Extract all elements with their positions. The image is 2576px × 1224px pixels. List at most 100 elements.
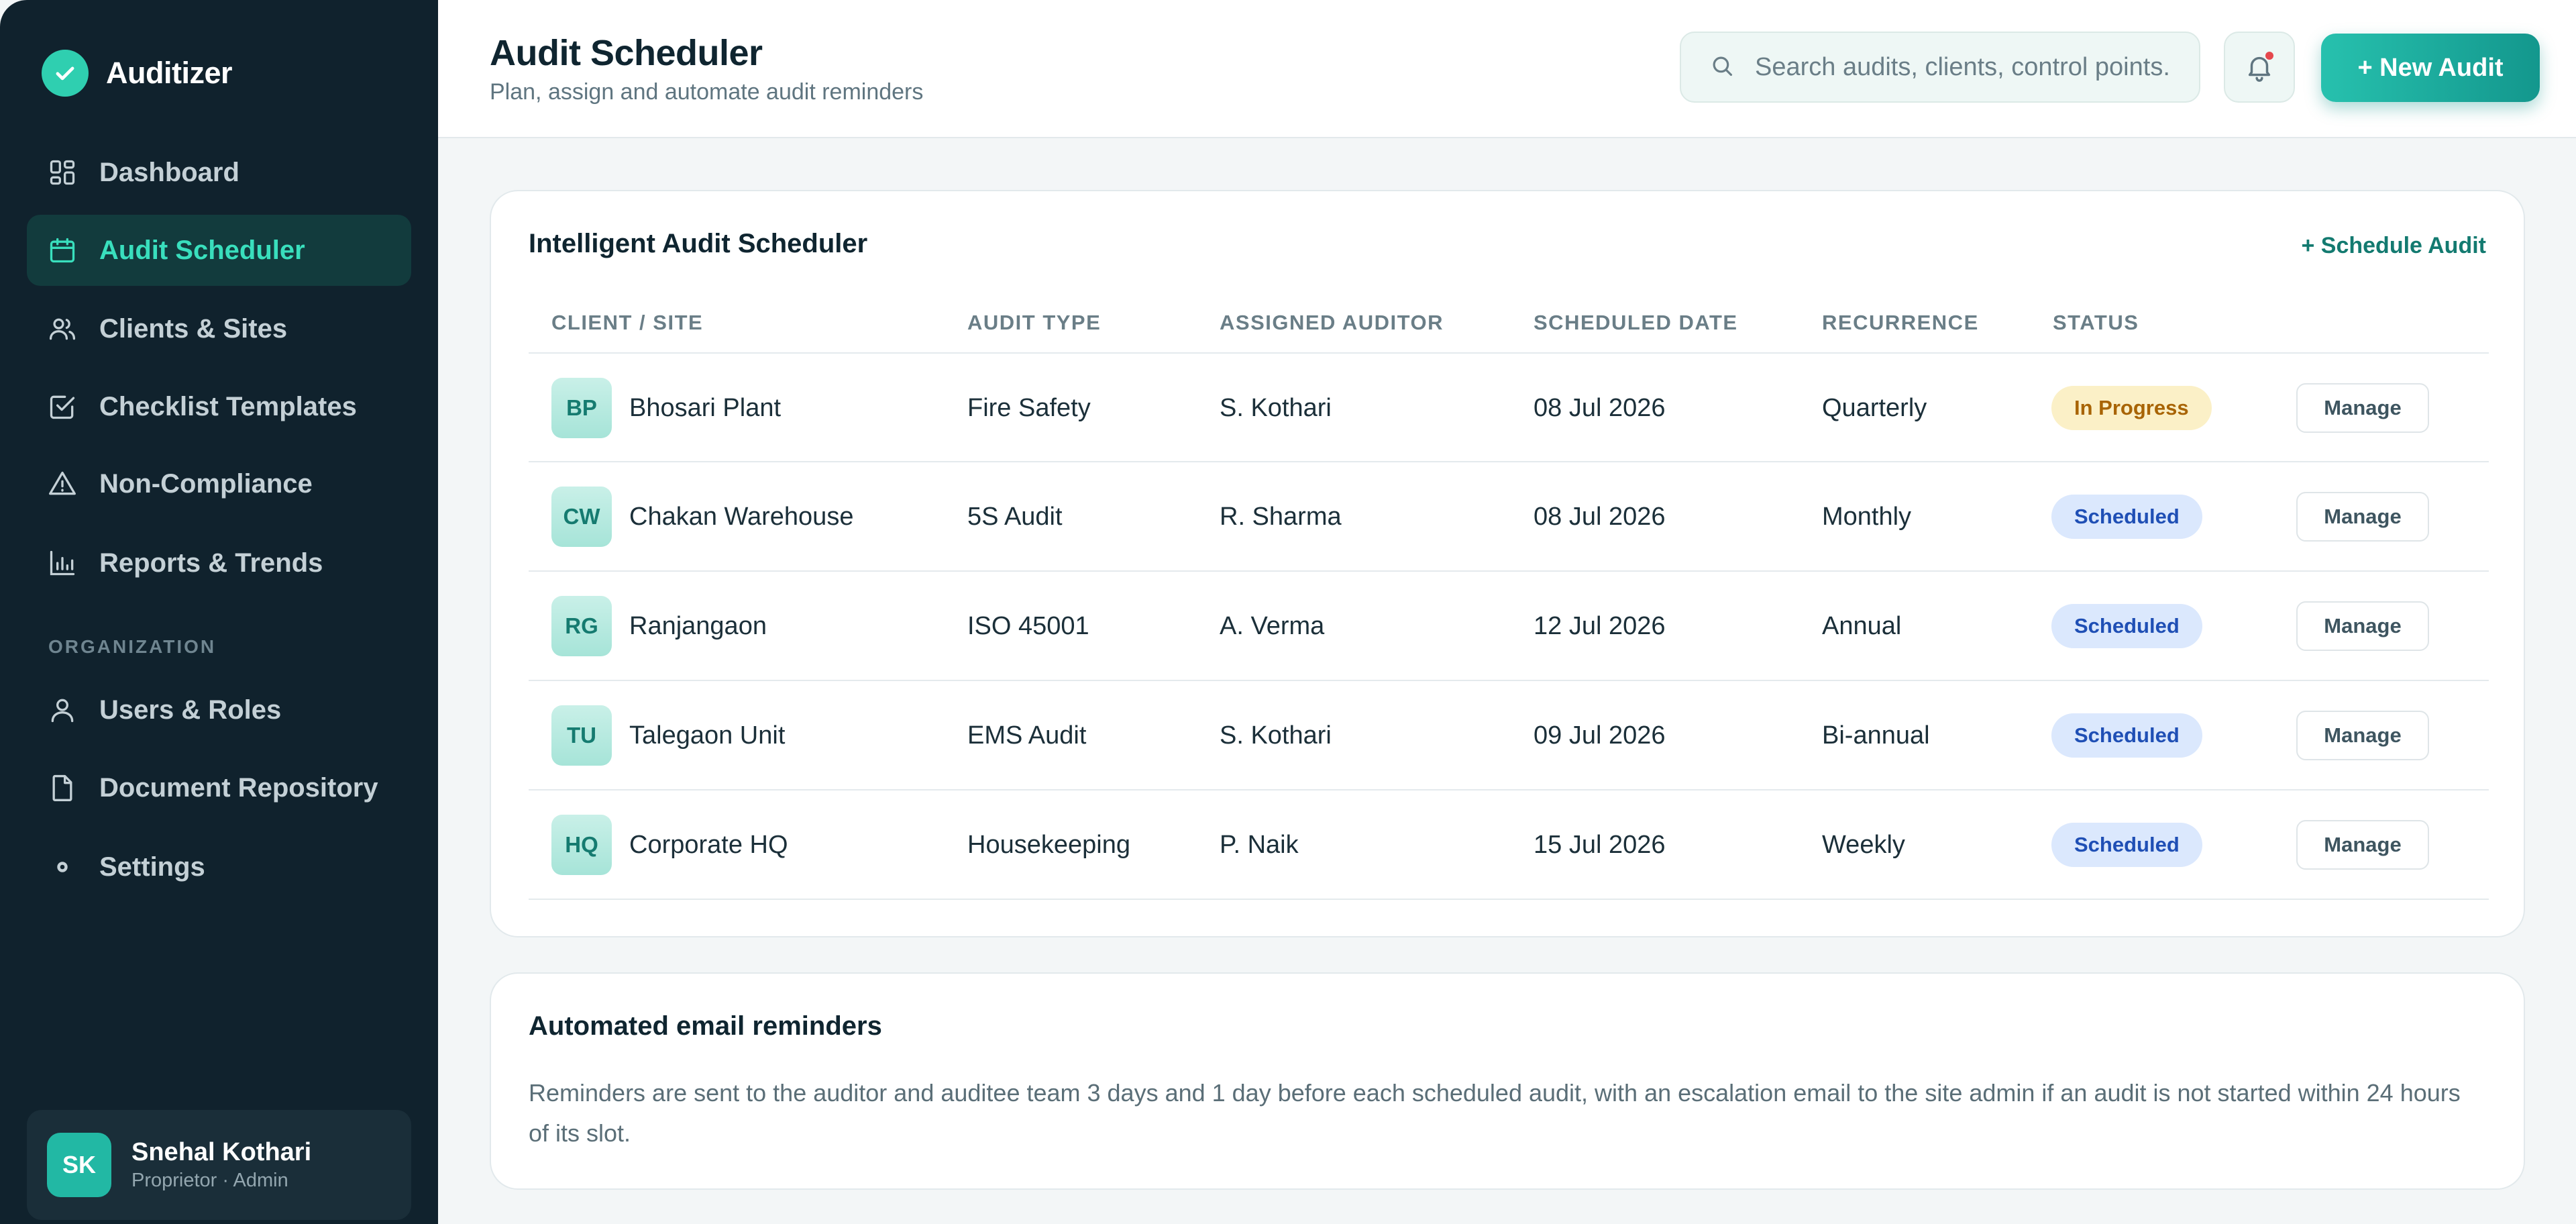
assigned-auditor: A. Verma xyxy=(1220,612,1325,640)
table-divider xyxy=(529,461,2489,462)
recurrence: Bi-annual xyxy=(1822,721,1930,750)
checklist-icon xyxy=(47,391,78,422)
users-icon xyxy=(47,313,78,344)
notification-dot xyxy=(2265,52,2273,60)
assigned-auditor: R. Sharma xyxy=(1220,503,1342,531)
assigned-auditor: P. Naik xyxy=(1220,831,1299,859)
column-header-recurrence[interactable]: RECURRENCE xyxy=(1822,311,1979,335)
top-header: Audit Scheduler Plan, assign and automat… xyxy=(438,0,2576,138)
bar-chart-icon xyxy=(47,548,78,578)
audit-type: Housekeeping xyxy=(967,831,1130,859)
table-divider xyxy=(529,899,2489,900)
sidebar-item-clients-sites[interactable]: Clients & Sites xyxy=(27,293,411,364)
sidebar-item-settings[interactable]: Settings xyxy=(27,831,411,903)
site-initials: BP xyxy=(551,378,612,438)
site-name: Chakan Warehouse xyxy=(629,503,854,531)
sidebar-item-label: Reports & Trends xyxy=(99,548,323,578)
column-header-audit-type[interactable]: AUDIT TYPE xyxy=(967,311,1101,335)
search-placeholder: Search audits, clients, control points. xyxy=(1755,52,2170,81)
scheduled-date: 08 Jul 2026 xyxy=(1534,394,1666,422)
manage-button[interactable]: Manage xyxy=(2296,820,2429,870)
recurrence: Quarterly xyxy=(1822,394,1927,422)
table-divider xyxy=(529,789,2489,790)
site-initials: RG xyxy=(551,596,612,656)
sidebar-item-users-roles[interactable]: Users & Roles xyxy=(27,674,411,746)
column-header-assigned-auditor[interactable]: ASSIGNED AUDITOR xyxy=(1220,311,1444,335)
status-badge: Scheduled xyxy=(2051,604,2202,648)
sidebar-item-audit-scheduler[interactable]: Audit Scheduler xyxy=(27,215,411,286)
manage-button[interactable]: Manage xyxy=(2296,492,2429,542)
app-name: Auditizer xyxy=(106,56,233,90)
brand[interactable]: Auditizer xyxy=(42,50,233,97)
audit-scheduler-card: Intelligent Audit Scheduler + Schedule A… xyxy=(490,190,2525,937)
notifications-button[interactable] xyxy=(2224,32,2295,103)
site-name: Ranjangaon xyxy=(629,612,767,640)
scheduled-date: 08 Jul 2026 xyxy=(1534,503,1666,531)
manage-button[interactable]: Manage xyxy=(2296,383,2429,433)
calendar-icon xyxy=(47,235,78,266)
check-icon xyxy=(42,50,89,97)
schedule-audit-link[interactable]: + Schedule Audit xyxy=(2301,233,2486,259)
status-badge: Scheduled xyxy=(2051,713,2202,758)
site-name: Talegaon Unit xyxy=(629,721,786,750)
user-profile-card[interactable]: SK Snehal Kothari Proprietor · Admin xyxy=(27,1110,411,1220)
email-reminders-card: Automated email reminders Reminders are … xyxy=(490,972,2525,1190)
recurrence: Monthly xyxy=(1822,503,1912,531)
search-input[interactable]: Search audits, clients, control points. xyxy=(1680,32,2200,103)
sidebar-item-label: Dashboard xyxy=(99,157,239,187)
page-subtitle: Plan, assign and automate audit reminder… xyxy=(490,79,924,105)
status-badge: In Progress xyxy=(2051,386,2212,430)
status-badge: Scheduled xyxy=(2051,495,2202,539)
manage-button[interactable]: Manage xyxy=(2296,601,2429,651)
audit-type: 5S Audit xyxy=(967,503,1063,531)
assigned-auditor: S. Kothari xyxy=(1220,394,1332,422)
dashboard-icon xyxy=(47,157,78,188)
recurrence: Annual xyxy=(1822,612,1902,640)
sidebar-item-label: Users & Roles xyxy=(99,695,282,725)
user-icon xyxy=(47,695,78,725)
sidebar: Auditizer Dashboard Audit Scheduler Clie… xyxy=(0,0,438,1224)
reminders-description: Reminders are sent to the auditor and au… xyxy=(529,1079,2461,1147)
audit-type: EMS Audit xyxy=(967,721,1087,750)
table-divider xyxy=(529,680,2489,681)
site-initials: HQ xyxy=(551,815,612,875)
warning-icon xyxy=(47,468,78,499)
bell-icon xyxy=(2244,52,2275,83)
card-title: Automated email reminders xyxy=(529,1011,882,1041)
sidebar-item-label: Checklist Templates xyxy=(99,391,357,421)
recurrence: Weekly xyxy=(1822,831,1905,859)
column-header-client-site[interactable]: CLIENT / SITE xyxy=(551,311,703,335)
sidebar-item-label: Non-Compliance xyxy=(99,468,313,499)
sidebar-item-checklist-templates[interactable]: Checklist Templates xyxy=(27,371,411,442)
user-name: Snehal Kothari xyxy=(131,1138,312,1166)
site-initials: TU xyxy=(551,705,612,766)
manage-button[interactable]: Manage xyxy=(2296,711,2429,760)
document-icon xyxy=(47,772,78,803)
status-badge: Scheduled xyxy=(2051,823,2202,867)
column-header-scheduled-date[interactable]: SCHEDULED DATE xyxy=(1534,311,1738,335)
new-audit-button[interactable]: + New Audit xyxy=(2321,34,2540,102)
column-header-status[interactable]: STATUS xyxy=(2053,311,2139,335)
settings-icon xyxy=(47,852,78,882)
site-name: Corporate HQ xyxy=(629,831,788,859)
audit-type: Fire Safety xyxy=(967,394,1091,422)
scheduled-date: 09 Jul 2026 xyxy=(1534,721,1666,750)
card-title: Intelligent Audit Scheduler xyxy=(529,229,868,258)
avatar: SK xyxy=(47,1133,111,1197)
user-role: Proprietor · Admin xyxy=(131,1170,288,1191)
site-name: Bhosari Plant xyxy=(629,394,782,422)
sidebar-item-label: Settings xyxy=(99,852,205,882)
section-label-organization: ORGANIZATION xyxy=(48,636,217,657)
sidebar-item-reports-trends[interactable]: Reports & Trends xyxy=(27,527,411,599)
audit-type: ISO 45001 xyxy=(967,612,1089,640)
sidebar-item-non-compliance[interactable]: Non-Compliance xyxy=(27,448,411,519)
table-divider xyxy=(529,570,2489,572)
sidebar-item-dashboard[interactable]: Dashboard xyxy=(27,137,411,208)
scheduled-date: 15 Jul 2026 xyxy=(1534,831,1666,859)
page-title: Audit Scheduler xyxy=(490,33,763,73)
sidebar-item-document-repository[interactable]: Document Repository xyxy=(27,752,411,823)
search-icon xyxy=(1709,53,1735,82)
sidebar-item-label: Clients & Sites xyxy=(99,313,288,344)
sidebar-item-label: Document Repository xyxy=(99,772,378,803)
assigned-auditor: S. Kothari xyxy=(1220,721,1332,750)
